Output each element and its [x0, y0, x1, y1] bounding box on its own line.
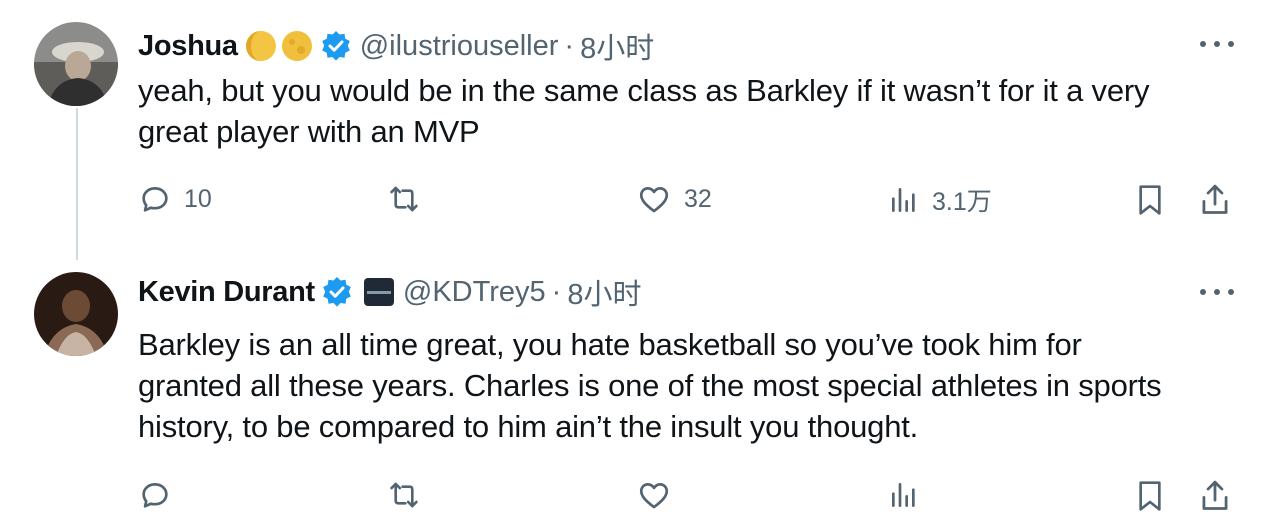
avatar-kevin-durant[interactable] — [34, 272, 118, 356]
bookmark-icon — [1134, 478, 1166, 514]
post-actions — [138, 478, 1238, 518]
reply-count: 10 — [184, 184, 212, 213]
post-time[interactable]: 8小时 — [580, 25, 654, 67]
views-chart-icon — [888, 478, 920, 512]
more-options-button[interactable] — [1200, 286, 1234, 298]
post-header: Kevin Durant @KDTrey5 · 8小时 — [138, 272, 641, 312]
separator: · — [551, 275, 562, 308]
verified-icon[interactable] — [320, 30, 352, 62]
share-button[interactable] — [1198, 182, 1232, 218]
post-text: yeah, but you would be in the same class… — [138, 70, 1248, 152]
more-dot-icon — [1228, 41, 1234, 47]
bookmark-icon — [1134, 182, 1166, 218]
author-handle[interactable]: @KDTrey5 — [403, 276, 546, 309]
share-button[interactable] — [1198, 478, 1232, 514]
bookmark-button[interactable] — [1134, 478, 1166, 514]
like-button[interactable] — [636, 478, 672, 512]
share-icon — [1198, 478, 1232, 514]
post-actions: 10 32 3.1万 — [138, 182, 1238, 222]
reply-button[interactable]: 10 — [138, 182, 212, 216]
views-button[interactable] — [888, 478, 920, 512]
thread-connector-line — [76, 108, 78, 260]
share-icon — [1198, 182, 1232, 218]
more-options-button[interactable] — [1200, 38, 1234, 50]
author-name[interactable]: Kevin Durant — [138, 276, 315, 309]
more-dot-icon — [1214, 289, 1220, 295]
views-chart-icon — [888, 183, 920, 217]
reply-icon — [138, 478, 172, 512]
verified-icon[interactable] — [321, 276, 353, 308]
repost-icon — [386, 182, 422, 216]
post-text-line: great player with an MVP — [138, 114, 480, 149]
repost-button[interactable] — [386, 182, 422, 216]
post-text-line: Barkley is an all time great, you hate b… — [138, 327, 1082, 362]
like-button[interactable]: 32 — [636, 182, 712, 216]
avatar-joshua[interactable] — [34, 22, 118, 106]
more-dot-icon — [1214, 41, 1220, 47]
post-text-line: yeah, but you would be in the same class… — [138, 73, 1150, 108]
repost-button[interactable] — [386, 478, 422, 512]
moon-emoji-icon — [244, 29, 278, 63]
more-dot-icon — [1228, 289, 1234, 295]
post-text-line: history, to be compared to him ain’t the… — [138, 409, 919, 444]
reply-button[interactable] — [138, 478, 172, 512]
bookmark-button[interactable] — [1134, 182, 1166, 218]
reply-icon — [138, 182, 172, 216]
repost-icon — [386, 478, 422, 512]
post-text: Barkley is an all time great, you hate b… — [138, 324, 1248, 447]
full-moon-emoji-icon — [280, 29, 314, 63]
affiliate-badge-icon[interactable] — [363, 277, 395, 307]
separator: · — [564, 29, 575, 62]
author-handle[interactable]: @ilustriouseller — [360, 30, 559, 63]
author-name[interactable]: Joshua — [138, 30, 238, 63]
post-text-line: granted all these years. Charles is one … — [138, 368, 1162, 403]
heart-icon — [636, 182, 672, 216]
more-dot-icon — [1200, 41, 1206, 47]
post-time[interactable]: 8小时 — [567, 271, 641, 313]
heart-icon — [636, 478, 672, 512]
more-dot-icon — [1200, 289, 1206, 295]
like-count: 32 — [684, 184, 712, 213]
post-header: Joshua @ilustriouseller · 8小时 — [138, 26, 654, 66]
views-button[interactable]: 3.1万 — [888, 182, 992, 218]
views-count: 3.1万 — [932, 188, 992, 216]
